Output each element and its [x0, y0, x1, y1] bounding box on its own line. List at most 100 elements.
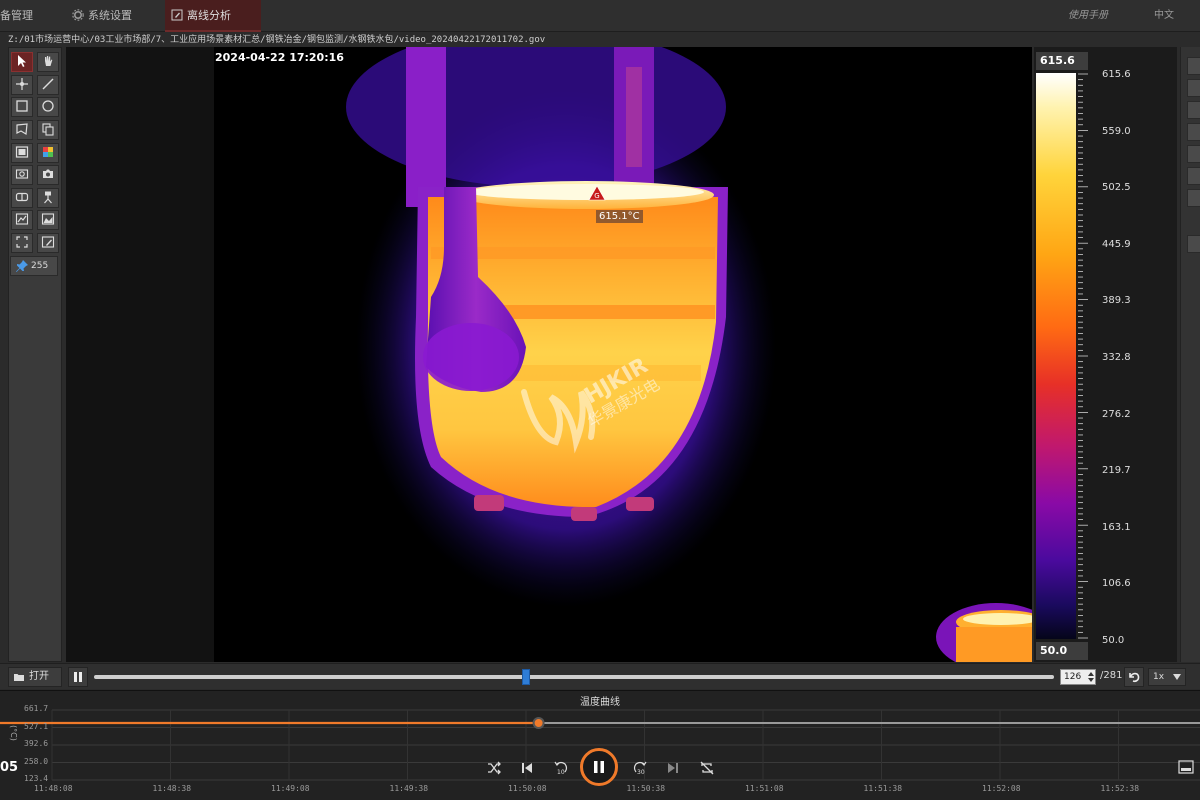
frame-progress-thumb[interactable]: [522, 669, 530, 685]
line-tool-button[interactable]: [37, 75, 59, 95]
curve-x-tick-label: 11:51:38: [863, 784, 903, 793]
snapshot-button[interactable]: [11, 165, 33, 185]
tab-offline-analysis[interactable]: 离线分析: [165, 0, 261, 32]
camera-icon: [41, 166, 55, 185]
copy-icon: [41, 121, 55, 140]
marker-temperature-label: 615.1°C: [596, 210, 643, 223]
edit-icon: [171, 2, 183, 21]
right-panel-button[interactable]: [1187, 235, 1200, 253]
polygon-tool-button[interactable]: [11, 120, 33, 140]
right-panel-button[interactable]: [1187, 167, 1200, 185]
scale-label: 445.9: [1102, 238, 1131, 250]
marker-letter: G: [594, 192, 599, 200]
right-panel-button[interactable]: [1187, 57, 1200, 75]
point-tool-button[interactable]: [11, 75, 33, 95]
fullscreen-icon[interactable]: [1178, 760, 1194, 774]
pin-count-button[interactable]: 255: [10, 256, 58, 276]
line-icon: [41, 76, 55, 95]
thermal-image-viewer[interactable]: G HJKIR 华景康光电 2024-04-22 17:20:16 615.1°…: [66, 47, 1032, 662]
scale-label: 163.1: [1102, 521, 1131, 533]
tab-label: 离线分析: [187, 9, 231, 22]
tripod-button[interactable]: [37, 188, 59, 208]
scale-max-value[interactable]: 615.6: [1036, 52, 1088, 70]
rectangle-tool-button[interactable]: [11, 97, 33, 117]
curve-x-tick-label: 11:52:08: [982, 784, 1021, 793]
chevron-down-icon: [1173, 674, 1181, 680]
fit-screen-button[interactable]: [11, 233, 33, 253]
pin-icon: [16, 260, 28, 272]
scale-label: 219.7: [1102, 465, 1131, 477]
svg-text:10: 10: [557, 769, 565, 776]
tripod-icon: [41, 189, 55, 208]
trend-chart-button[interactable]: [11, 210, 33, 230]
right-panel-button[interactable]: [1187, 145, 1200, 163]
palette-button[interactable]: [37, 143, 59, 163]
skip-next-icon: [668, 763, 678, 773]
previous-button[interactable]: [517, 758, 537, 778]
fullscreen-view-button[interactable]: [11, 143, 33, 163]
open-file-button[interactable]: 打开: [8, 667, 62, 687]
tab-label: 系统设置: [88, 9, 132, 22]
folder-icon: [14, 674, 24, 681]
thermal-image: G HJKIR 华景康光电: [346, 47, 1032, 662]
speed-select[interactable]: 1x: [1148, 668, 1186, 686]
annotate-button[interactable]: [37, 233, 59, 253]
cursor-arrow-icon: [15, 53, 29, 72]
curve-x-tick-label: 11:48:38: [152, 784, 192, 793]
right-panel-button[interactable]: [1187, 79, 1200, 97]
forward-30-icon: 30: [633, 761, 647, 776]
scale-min-value[interactable]: 50.0: [1036, 642, 1088, 660]
shuffle-button[interactable]: [484, 758, 504, 778]
repeat-off-icon: [700, 761, 714, 775]
line-chart-icon: [15, 211, 29, 230]
rewind-10-button[interactable]: 10: [551, 758, 571, 778]
open-file-label: 打开: [29, 671, 49, 682]
language-switch[interactable]: 中文: [1154, 0, 1174, 32]
svg-text:30: 30: [637, 769, 645, 776]
compare-button[interactable]: [11, 188, 33, 208]
pause-icon: [74, 672, 82, 682]
pause-button[interactable]: [68, 667, 88, 687]
right-side-panel: [1180, 47, 1200, 662]
area-chart-icon: [41, 211, 55, 230]
scale-label: 332.8: [1102, 352, 1131, 363]
file-path: Z:/01市场运营中心/03工业市场部/7、工业应用场景素材汇总/钢铁冶金/钢包…: [8, 35, 546, 45]
main-pause-button[interactable]: [580, 748, 618, 786]
right-panel-button[interactable]: [1187, 189, 1200, 207]
loop-off-button[interactable]: [697, 758, 717, 778]
curve-cursor-handle[interactable]: [532, 717, 545, 729]
curve-y-tick-label: 661.7: [24, 704, 49, 713]
left-edge-value: 05: [0, 760, 19, 775]
select-tool-button[interactable]: [11, 52, 33, 72]
scale-label: 615.6: [1102, 69, 1131, 80]
frame-stepper-icon[interactable]: [1086, 669, 1096, 685]
copy-tool-button[interactable]: [37, 120, 59, 140]
histogram-button[interactable]: [37, 210, 59, 230]
scale-label: 50.0: [1102, 635, 1125, 646]
polygon-icon: [15, 121, 29, 140]
app-window: 备管理 系统设置 离线分析 使用手册 中文 Z:/01市场运营中心/03工业市场…: [0, 0, 1200, 800]
camera-button[interactable]: [37, 165, 59, 185]
ellipse-tool-button[interactable]: [37, 97, 59, 117]
image-capture-icon: [15, 166, 29, 185]
tab-device-management[interactable]: 备管理: [0, 0, 62, 32]
user-manual-link[interactable]: 使用手册: [1068, 0, 1108, 32]
curve-y-tick-label: 527.1: [24, 721, 49, 731]
tab-label: 备管理: [0, 9, 33, 22]
rewind-10-icon: 10: [554, 761, 568, 776]
scale-label: 106.6: [1102, 578, 1131, 590]
curve-x-tick-label: 11:49:08: [271, 784, 310, 793]
curve-x-tick-label: 11:50:38: [626, 784, 666, 793]
frame-progress-track[interactable]: [94, 675, 1054, 679]
pan-tool-button[interactable]: [37, 52, 59, 72]
reset-button[interactable]: [1124, 667, 1144, 687]
curve-x-tick-label: 11:51:08: [745, 784, 784, 793]
scale-label: 276.2: [1102, 408, 1131, 420]
window-icon: [15, 144, 29, 163]
right-panel-button[interactable]: [1187, 101, 1200, 119]
tab-system-settings[interactable]: 系统设置: [68, 0, 160, 32]
right-panel-button[interactable]: [1187, 123, 1200, 141]
curve-y-tick-label: 258.0: [24, 756, 49, 766]
next-button[interactable]: [663, 758, 683, 778]
forward-30-button[interactable]: 30: [630, 758, 650, 778]
